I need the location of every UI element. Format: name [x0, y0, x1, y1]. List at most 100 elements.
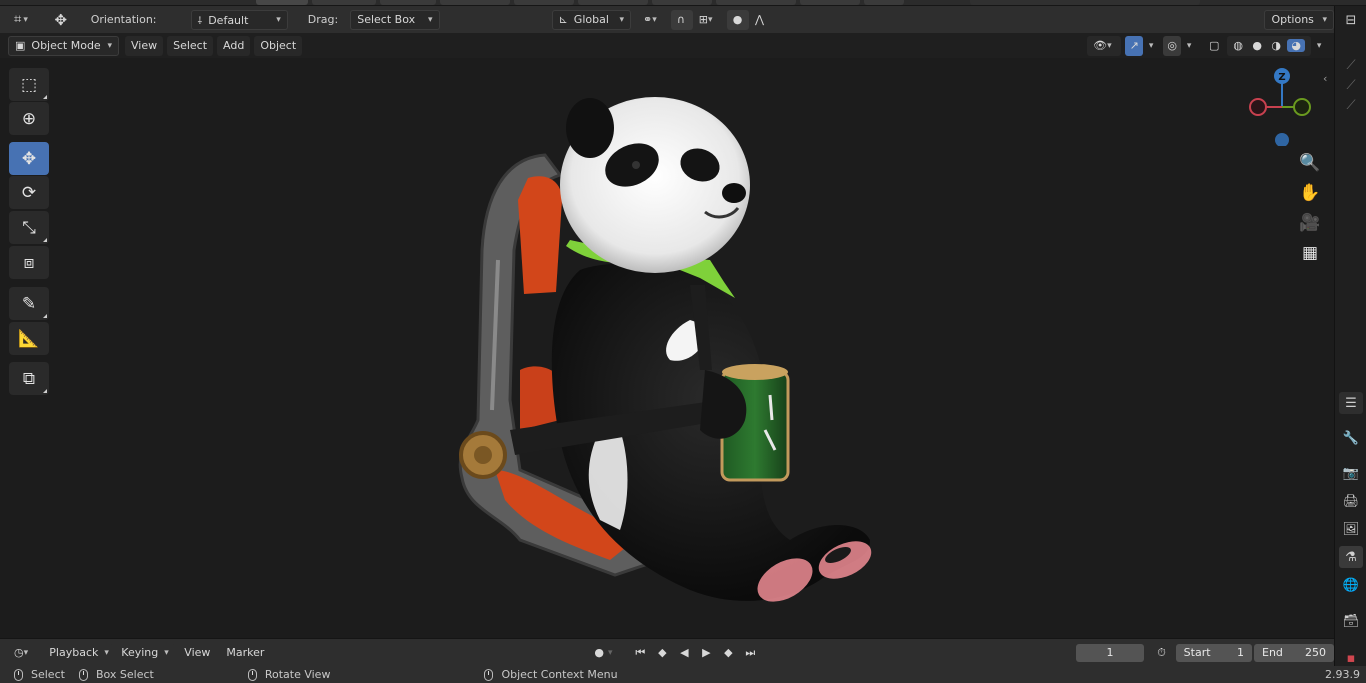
mode-dropdown[interactable]: ▣ Object Mode ▾ — [8, 35, 119, 56]
playback-range-toggle[interactable]: ⏱ — [1152, 643, 1172, 663]
workspace-tab-active[interactable] — [256, 0, 308, 5]
workspace-tab[interactable] — [514, 0, 574, 5]
chevron-down-icon: ▾ — [276, 14, 281, 25]
orientation-value: Default — [208, 13, 249, 27]
properties-editor-icon[interactable]: ☰ — [1339, 392, 1363, 414]
workspace-tab[interactable] — [312, 0, 376, 5]
camera-view-button[interactable]: 🎥 — [1296, 209, 1324, 237]
scene-selector[interactable] — [970, 0, 1200, 5]
play-reverse-button[interactable]: ◀ — [674, 643, 694, 663]
workspace-tab[interactable] — [652, 0, 712, 5]
transform-tool[interactable]: ⧈ — [9, 246, 49, 279]
measure-tool[interactable]: 📐 — [9, 322, 49, 355]
workspace-tab[interactable] — [578, 0, 648, 5]
object-properties-icon[interactable]: ▪ — [1339, 651, 1363, 666]
output-properties-icon[interactable]: 🖨 — [1339, 490, 1363, 512]
snap-target-dropdown[interactable]: ⊞ ▾ — [693, 10, 723, 30]
move-icon: ✥ — [21, 148, 37, 169]
status-context-menu-hint: Object Context Menu — [484, 668, 618, 681]
end-value: 250 — [1305, 646, 1326, 659]
snap-toggle[interactable]: ∩ — [670, 9, 693, 30]
solid-shading-icon[interactable]: ● — [1249, 39, 1265, 52]
select-box-tool[interactable]: ⬚ — [9, 68, 49, 101]
menu-view[interactable]: View — [125, 35, 164, 56]
annotate-tool[interactable]: ✎ — [9, 287, 49, 320]
visibility-dropdown[interactable]: 👁 ▾ — [1087, 35, 1122, 56]
magnet-icon: ∩ — [676, 13, 685, 26]
timeline-view-menu[interactable]: View — [178, 643, 216, 663]
editor-type-dropdown[interactable]: ⌗ ▾ — [8, 10, 42, 30]
gizmo-axis-neg-y[interactable] — [1293, 98, 1311, 116]
overlays-dropdown[interactable]: ▾ — [1181, 36, 1197, 56]
overlays-icon: ◎ — [1167, 39, 1177, 52]
auto-keying-toggle[interactable]: ● ▾ — [588, 643, 622, 663]
proportional-editing-toggle[interactable]: ● — [726, 9, 749, 30]
gizmo-axis-neg-z[interactable] — [1275, 133, 1289, 147]
rotate-tool[interactable]: ⟳ — [9, 176, 49, 209]
add-cube-tool[interactable]: ⧉ — [9, 362, 49, 395]
menu-select[interactable]: Select — [167, 35, 214, 56]
status-bar: Select Box Select Rotate View Object Con… — [0, 666, 1366, 683]
proportional-dot-icon: ● — [732, 13, 743, 26]
3d-viewport[interactable] — [0, 58, 1334, 638]
orientation-dropdown[interactable]: ⸸ Default ▾ — [190, 9, 288, 30]
world-properties-icon[interactable]: 🌐 — [1339, 574, 1363, 596]
rendered-shading-icon[interactable]: ◕ — [1287, 39, 1306, 52]
keying-menu[interactable]: Keying ▾ — [114, 642, 175, 663]
gizmo-axis-neg-x[interactable] — [1249, 98, 1267, 116]
collection-properties-icon[interactable]: 🗃 — [1339, 610, 1363, 632]
menu-add[interactable]: Add — [217, 35, 251, 56]
mouse-left-icon — [14, 669, 23, 681]
move-tool[interactable]: ✥ — [9, 142, 49, 175]
navigation-gizmo[interactable]: Z — [1244, 66, 1320, 147]
scene-properties-icon[interactable]: ⚗ — [1339, 546, 1363, 568]
tool-properties-icon[interactable]: 🔧 — [1339, 427, 1363, 449]
shading-dropdown[interactable]: ▾ — [1311, 36, 1327, 56]
gizmo-dropdown[interactable]: ▾ — [1143, 36, 1159, 56]
end-frame-field[interactable]: End 250 — [1254, 643, 1334, 662]
start-frame-field[interactable]: Start 1 — [1175, 643, 1252, 662]
workspace-tab[interactable] — [716, 0, 796, 5]
play-button[interactable]: ▶ — [696, 643, 716, 663]
status-box-select-hint: Box Select — [78, 668, 154, 681]
timeline-header: ◷ ▾ Playback ▾ Keying ▾ View Marker ● ▾ ⏮ ◆ … — [0, 638, 1334, 666]
pan-view-button[interactable]: ✋ — [1296, 179, 1324, 207]
transform-orientation-dropdown[interactable]: ⊾ Global ▾ — [551, 9, 632, 30]
select-box-icon: ⬚ — [20, 74, 38, 95]
tool-hint-icon: ⟋ — [1346, 77, 1356, 93]
chevron-down-icon: ▾ — [107, 40, 112, 51]
overlays-toggle[interactable]: ◎ — [1163, 35, 1182, 56]
outliner-icon[interactable]: ⊟ — [1339, 9, 1363, 31]
orientation-icon: ⸸ — [197, 15, 203, 27]
workspace-tab[interactable] — [800, 0, 860, 5]
prev-keyframe-button[interactable]: ◆ — [652, 643, 672, 663]
zoom-view-button[interactable]: 🔍 — [1296, 149, 1324, 177]
proportional-falloff-button[interactable]: ⋀ — [749, 10, 771, 30]
workspace-tab[interactable] — [864, 0, 904, 5]
xray-icon: ▢ — [1208, 39, 1220, 52]
current-frame-field[interactable]: 1 — [1076, 643, 1144, 662]
xray-toggle[interactable]: ▢ — [1205, 36, 1223, 56]
playback-menu[interactable]: Playback ▾ — [42, 642, 113, 663]
workspace-tab[interactable] — [380, 0, 436, 5]
timeline-editor-type-dropdown[interactable]: ◷ ▾ — [8, 643, 38, 663]
next-keyframe-button[interactable]: ◆ — [718, 643, 738, 663]
material-shading-icon[interactable]: ◑ — [1268, 39, 1284, 52]
jump-end-button[interactable]: ⏭ — [740, 643, 760, 663]
drag-dropdown[interactable]: Select Box ▾ — [350, 9, 440, 30]
perspective-toggle-button[interactable]: ▦ — [1296, 239, 1324, 267]
options-dropdown[interactable]: Options ▾ — [1264, 9, 1334, 30]
sidebar-toggle-arrow-icon[interactable]: ‹ — [1323, 72, 1327, 85]
render-properties-icon[interactable]: 📷 — [1339, 462, 1363, 484]
active-tool-move-button[interactable]: ✥ — [48, 10, 74, 30]
jump-start-button[interactable]: ⏮ — [630, 643, 650, 663]
pivot-point-dropdown[interactable]: ⚭ ▾ — [637, 10, 669, 30]
workspace-tab[interactable] — [440, 0, 510, 5]
marker-menu[interactable]: Marker — [220, 643, 270, 663]
wireframe-shading-icon[interactable]: ◍ — [1230, 39, 1246, 52]
view-layer-properties-icon[interactable]: 🖼 — [1339, 518, 1363, 540]
menu-object[interactable]: Object — [254, 35, 303, 56]
gizmo-toggle[interactable]: ↗ — [1125, 35, 1144, 56]
cursor-tool[interactable]: ⊕ — [9, 102, 49, 135]
scale-tool[interactable]: ⤡ — [9, 211, 49, 244]
